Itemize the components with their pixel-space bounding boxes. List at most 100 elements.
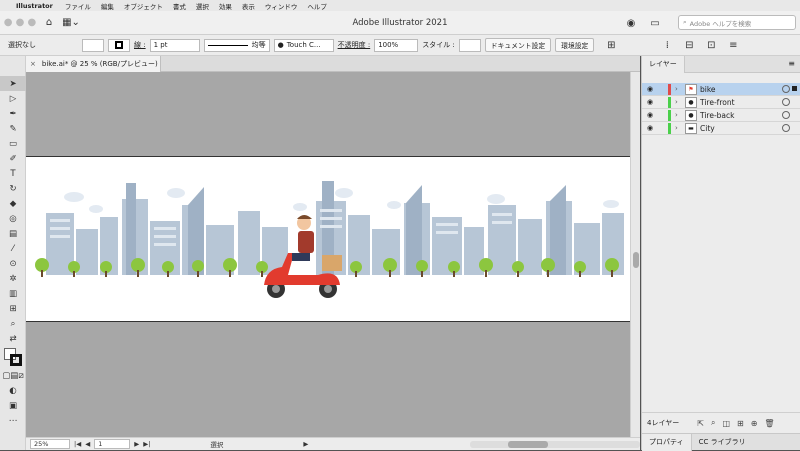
draw-mode-icon[interactable]: ◐ bbox=[0, 383, 26, 398]
new-layer-icon[interactable]: ⊕ bbox=[751, 419, 758, 428]
pen-tool-icon[interactable]: ✒ bbox=[0, 106, 26, 121]
traffic-lights[interactable]: ● ● ● bbox=[0, 15, 40, 31]
locate-object-icon[interactable]: ⌕ bbox=[711, 418, 715, 428]
edit-toolbar-icon[interactable]: ⋯ bbox=[0, 413, 26, 428]
vertical-scrollbar[interactable] bbox=[630, 72, 640, 437]
menu-select[interactable]: 選択 bbox=[196, 1, 209, 11]
brush-select[interactable]: ● Touch C... bbox=[273, 38, 334, 52]
menu-view[interactable]: 表示 bbox=[242, 1, 255, 11]
expand-arrow-icon[interactable]: › bbox=[675, 85, 685, 93]
export-icon[interactable]: ⇱ bbox=[697, 419, 704, 428]
tab-layers[interactable]: レイヤー bbox=[642, 55, 685, 73]
visibility-eye-icon[interactable]: ◉ bbox=[644, 98, 656, 106]
panel-menu-icon[interactable]: ≡ bbox=[788, 59, 795, 68]
menu-object[interactable]: オブジェクト bbox=[124, 1, 163, 11]
preferences-button[interactable]: 環境設定 bbox=[555, 38, 595, 52]
color-mode-icon[interactable]: ▢▤⧄ bbox=[0, 368, 26, 383]
layer-name[interactable]: Tire-back bbox=[700, 111, 782, 120]
rectangle-tool-icon[interactable]: ▭ bbox=[0, 136, 26, 151]
close-icon[interactable]: × bbox=[30, 60, 36, 68]
visibility-eye-icon[interactable]: ◉ bbox=[644, 85, 656, 93]
document-tab[interactable]: × bike.ai* @ 25 % (RGB/プレビュー) bbox=[26, 56, 161, 72]
stroke-swatch[interactable] bbox=[108, 38, 130, 52]
help-search-input[interactable]: ⌕ Adobe ヘルプを検索 bbox=[678, 15, 796, 30]
swap-fill-stroke-icon[interactable]: ⇄ bbox=[0, 331, 26, 346]
artboard-tool-icon[interactable]: ⊞ bbox=[0, 301, 26, 316]
user-icon[interactable]: ◉ bbox=[622, 15, 640, 31]
distribute-icon[interactable]: ⊟ bbox=[680, 37, 698, 53]
curvature-tool-icon[interactable]: ✎ bbox=[0, 121, 26, 136]
opacity-label[interactable]: 不透明度 : bbox=[338, 40, 371, 50]
artboard-number-field[interactable]: 1 bbox=[94, 439, 131, 449]
visibility-eye-icon[interactable]: ◉ bbox=[644, 124, 656, 132]
fill-swatch[interactable] bbox=[82, 38, 104, 52]
type-tool-icon[interactable]: T bbox=[0, 166, 26, 181]
stroke-weight-field[interactable]: 1 pt bbox=[149, 38, 200, 52]
next-artboard-icon[interactable]: ▶ bbox=[134, 440, 139, 448]
layer-row-tire-front[interactable]: ◉ › ● Tire-front bbox=[642, 96, 800, 109]
status-mode[interactable]: 選択 bbox=[210, 439, 223, 449]
layer-name[interactable]: City bbox=[700, 124, 782, 133]
graph-tool-icon[interactable]: ▥ bbox=[0, 286, 26, 301]
menu-file[interactable]: ファイル bbox=[65, 1, 91, 11]
stroke-profile-select[interactable]: 均等 bbox=[203, 38, 270, 52]
eyedropper-tool-icon[interactable]: ⁄ bbox=[0, 241, 26, 256]
style-select[interactable] bbox=[458, 38, 481, 52]
gradient-tool-icon[interactable]: ▤ bbox=[0, 226, 26, 241]
layer-row-bike[interactable]: ◉ › ⚑ bike bbox=[642, 83, 800, 96]
target-circle-icon[interactable] bbox=[782, 124, 790, 132]
eraser-tool-icon[interactable]: ◆ bbox=[0, 196, 26, 211]
tab-cc-libraries[interactable]: CC ライブラリ bbox=[692, 434, 753, 451]
artboard[interactable] bbox=[26, 156, 630, 322]
menu-effect[interactable]: 効果 bbox=[219, 1, 232, 11]
align-icon[interactable]: ⁞ bbox=[658, 37, 676, 53]
clipping-mask-icon[interactable]: ◫ bbox=[722, 419, 730, 428]
expand-arrow-icon[interactable]: › bbox=[675, 98, 685, 106]
arrange-icon[interactable]: ⊞ bbox=[602, 37, 620, 53]
selection-indicator[interactable] bbox=[792, 86, 797, 91]
horizontal-scroll-thumb[interactable] bbox=[508, 441, 548, 448]
panel-toggle-icon[interactable]: ▭ bbox=[646, 15, 664, 31]
transform-icon[interactable]: ⊡ bbox=[702, 37, 720, 53]
layer-row-city[interactable]: ◉ › ▬ City bbox=[642, 122, 800, 135]
tab-properties[interactable]: プロパティ bbox=[642, 433, 692, 451]
prev-artboard-icon[interactable]: ◀ bbox=[85, 440, 90, 448]
expand-arrow-icon[interactable]: › bbox=[675, 124, 685, 132]
status-mode-arrow-icon[interactable]: ▶ bbox=[303, 440, 308, 448]
vertical-scroll-thumb[interactable] bbox=[633, 252, 639, 268]
expand-arrow-icon[interactable]: › bbox=[675, 111, 685, 119]
menu-app-name[interactable]: Illustrator bbox=[16, 2, 53, 10]
rotate-tool-icon[interactable]: ↻ bbox=[0, 181, 26, 196]
delete-layer-icon[interactable]: 🗑 bbox=[764, 419, 774, 428]
new-sublayer-icon[interactable]: ⊞ bbox=[737, 419, 744, 428]
opacity-field[interactable]: 100% bbox=[374, 38, 419, 52]
home-icon[interactable]: ⌂ bbox=[40, 15, 58, 31]
control-menu-icon[interactable]: ≡ bbox=[724, 37, 742, 53]
target-circle-icon[interactable] bbox=[782, 98, 790, 106]
zoom-select[interactable]: 25% bbox=[30, 439, 70, 449]
paintbrush-tool-icon[interactable]: ✐ bbox=[0, 151, 26, 166]
screen-mode-icon[interactable]: ▣ bbox=[0, 398, 26, 413]
symbol-sprayer-tool-icon[interactable]: ✲ bbox=[0, 271, 26, 286]
stroke-label[interactable]: 線 : bbox=[134, 40, 146, 50]
menu-window[interactable]: ウィンドウ bbox=[265, 1, 298, 11]
direct-selection-tool-icon[interactable]: ▷ bbox=[0, 91, 26, 106]
last-artboard-icon[interactable]: ▶| bbox=[143, 440, 150, 448]
horizontal-scrollbar[interactable] bbox=[470, 441, 640, 448]
blend-tool-icon[interactable]: ⊙ bbox=[0, 256, 26, 271]
fill-stroke-indicator[interactable] bbox=[0, 346, 26, 368]
selection-tool-icon[interactable]: ➤ bbox=[0, 76, 26, 91]
canvas[interactable] bbox=[26, 72, 630, 437]
first-artboard-icon[interactable]: |◀ bbox=[74, 440, 81, 448]
document-setup-button[interactable]: ドキュメント設定 bbox=[484, 38, 552, 52]
shape-builder-tool-icon[interactable]: ◎ bbox=[0, 211, 26, 226]
zoom-tool-icon[interactable]: ⌕ bbox=[0, 316, 26, 331]
menu-help[interactable]: ヘルプ bbox=[307, 1, 327, 11]
target-circle-icon[interactable] bbox=[782, 111, 790, 119]
layer-name[interactable]: Tire-front bbox=[700, 98, 782, 107]
layer-row-tire-back[interactable]: ◉ › ● Tire-back bbox=[642, 109, 800, 122]
layer-name[interactable]: bike bbox=[700, 85, 782, 94]
target-circle-icon[interactable] bbox=[782, 85, 790, 93]
menu-type[interactable]: 書式 bbox=[173, 1, 186, 11]
visibility-eye-icon[interactable]: ◉ bbox=[644, 111, 656, 119]
